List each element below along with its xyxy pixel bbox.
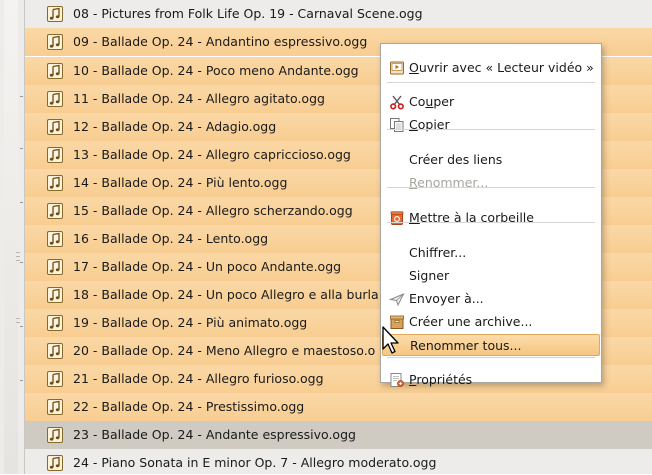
file-name: 08 - Pictures from Folk Life Op. 19 - Ca… (73, 6, 423, 21)
menu-item-move-to-trash[interactable]: Mettre à la corbeille (382, 207, 600, 229)
audio-file-icon (46, 454, 64, 472)
audio-file-icon (46, 33, 64, 51)
file-name: 11 - Ballade Op. 24 - Allegro agitato.og… (73, 91, 325, 106)
menu-item-rename-all[interactable]: Renommer tous... (382, 334, 600, 356)
file-name: 14 - Ballade Op. 24 - Più lento.ogg (73, 175, 288, 190)
context-menu[interactable]: Ouvrir avec « Lecteur vidéo » Couper Copie… (380, 43, 602, 387)
menu-item-label: Ouvrir avec « Lecteur vidéo » (409, 60, 594, 75)
file-name: 12 - Ballade Op. 24 - Adagio.ogg (73, 119, 277, 134)
file-name: 17 - Ballade Op. 24 - Un poco Andante.og… (73, 259, 342, 274)
menu-item-create-links[interactable]: Créer des liens (382, 149, 600, 171)
menu-item-open-with[interactable]: Ouvrir avec « Lecteur vidéo » (382, 57, 600, 79)
audio-file-icon (46, 62, 64, 80)
mouse-pointer-icon (382, 326, 399, 354)
audio-file-icon (46, 398, 64, 416)
audio-file-icon (46, 314, 64, 332)
audio-file-icon (46, 230, 64, 248)
scissors-icon (389, 94, 405, 110)
audio-file-icon (46, 426, 64, 444)
file-name: 09 - Ballade Op. 24 - Andantino espressi… (73, 34, 368, 49)
audio-file-icon (46, 146, 64, 164)
menu-item-send-to[interactable]: Envoyer à... (382, 288, 600, 310)
menu-item-copy[interactable]: Copier (382, 114, 600, 136)
menu-item-label: Envoyer à... (409, 291, 484, 306)
file-name: 10 - Ballade Op. 24 - Poco meno Andante.… (73, 63, 359, 78)
send-icon (388, 291, 405, 307)
audio-file-icon (46, 258, 64, 276)
file-name: 23 - Ballade Op. 24 - Andante espressivo… (73, 427, 356, 442)
file-name: 20 - Ballade Op. 24 - Meno Allegro e mae… (73, 343, 376, 358)
audio-file-icon (46, 118, 64, 136)
audio-file-icon (46, 370, 64, 388)
menu-separator (387, 129, 595, 130)
file-name: 15 - Ballade Op. 24 - Allegro scherzando… (73, 203, 353, 218)
audio-file-icon (46, 202, 64, 220)
menu-item-label: Créer des liens (409, 152, 503, 167)
menu-item-label: Renommer... (409, 175, 489, 190)
menu-item-cut[interactable]: Couper (382, 91, 600, 113)
file-row[interactable]: 22 - Ballade Op. 24 - Prestissimo.ogg (25, 393, 652, 421)
file-name: 21 - Ballade Op. 24 - Allegro furioso.og… (73, 371, 324, 386)
menu-separator (387, 187, 595, 188)
file-name: 24 - Piano Sonata in E minor Op. 7 - All… (73, 455, 437, 470)
audio-file-icon (46, 342, 64, 360)
audio-file-icon (46, 5, 64, 23)
audio-file-icon (46, 174, 64, 192)
menu-item-label: Chiffrer... (409, 245, 467, 260)
menu-item-label: Couper (409, 94, 455, 109)
menu-item-rename: Renommer... (382, 172, 600, 194)
menu-item-label: Mettre à la corbeille (409, 210, 534, 225)
menu-separator (387, 222, 595, 223)
menu-item-label: Propriétés (409, 372, 473, 387)
menu-item-label: Renommer tous... (410, 338, 522, 353)
menu-separator (387, 82, 595, 83)
menu-item-label: Copier (409, 117, 450, 132)
menu-item-create-archive[interactable]: Créer une archive... (382, 311, 600, 333)
file-row[interactable]: 24 - Piano Sonata in E minor Op. 7 - All… (25, 449, 652, 474)
menu-item-properties[interactable]: Propriétés (382, 369, 600, 391)
menu-item-label: Signer (409, 268, 450, 283)
file-row[interactable]: 23 - Ballade Op. 24 - Andante espressivo… (25, 421, 652, 449)
audio-file-icon (46, 286, 64, 304)
trash-icon (389, 210, 405, 226)
side-pane-edge (0, 0, 25, 474)
menu-item-sign[interactable]: Signer (382, 265, 600, 287)
copy-icon (389, 117, 405, 133)
menu-item-label: Créer une archive... (409, 314, 533, 329)
file-name: 22 - Ballade Op. 24 - Prestissimo.ogg (73, 399, 305, 414)
menu-separator (387, 357, 595, 358)
file-name: 16 - Ballade Op. 24 - Lento.ogg (73, 231, 269, 246)
menu-item-encrypt[interactable]: Chiffrer... (382, 242, 600, 264)
properties-icon (389, 372, 405, 388)
file-row[interactable]: 08 - Pictures from Folk Life Op. 19 - Ca… (25, 0, 652, 28)
file-name: 18 - Ballade Op. 24 - Un poco Allegro e … (73, 287, 379, 302)
file-name: 13 - Ballade Op. 24 - Allegro capriccios… (73, 147, 351, 162)
video-player-icon (389, 60, 405, 76)
file-name: 19 - Ballade Op. 24 - Più animato.ogg (73, 315, 308, 330)
audio-file-icon (46, 90, 64, 108)
